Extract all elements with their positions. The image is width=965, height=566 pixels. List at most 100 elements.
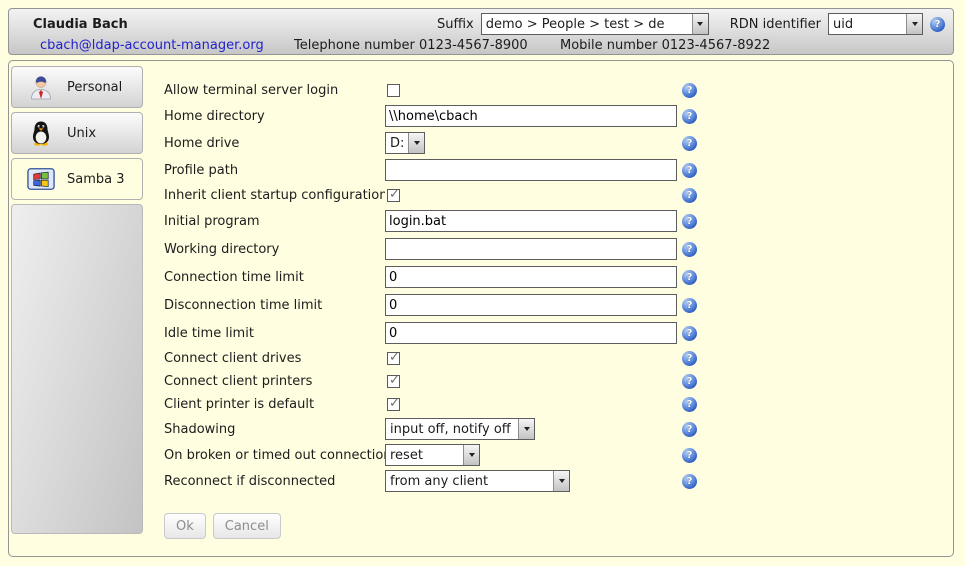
- header-row-top: Claudia Bach Suffix demo > People > test…: [9, 12, 953, 36]
- samba-settings-form: Allow terminal server login?Home directo…: [164, 79, 734, 539]
- form-row-allow-terminal-server-login: Allow terminal server login?: [164, 79, 734, 102]
- help-icon[interactable]: ?: [682, 270, 697, 285]
- form-row-working-directory: Working directory?: [164, 235, 734, 263]
- profile-path-input[interactable]: [385, 159, 677, 181]
- shadowing-select-button[interactable]: [518, 419, 534, 439]
- windows-icon: [27, 165, 55, 193]
- initial-program-label: Initial program: [164, 214, 385, 229]
- reconnect-if-disconnected-select-value: from any client: [386, 471, 553, 491]
- on-broken-or-timed-out-connection-select[interactable]: reset: [385, 444, 480, 466]
- initial-program-input[interactable]: [385, 210, 677, 232]
- connection-time-limit-control: [385, 266, 682, 288]
- cancel-button[interactable]: Cancel: [213, 513, 281, 539]
- tab-label: Personal: [67, 80, 122, 95]
- client-printer-is-default-checkbox[interactable]: [387, 398, 400, 411]
- form-row-reconnect-if-disconnected: Reconnect if disconnectedfrom any client…: [164, 468, 734, 494]
- mobile-number: Mobile number 0123-4567-8922: [560, 38, 770, 53]
- help-icon[interactable]: ?: [682, 298, 697, 313]
- rdn-select-value: uid: [829, 14, 906, 34]
- help-icon[interactable]: ?: [682, 397, 697, 412]
- form-row-connection-time-limit: Connection time limit?: [164, 263, 734, 291]
- ok-button[interactable]: Ok: [164, 513, 206, 539]
- form-row-disconnection-time-limit: Disconnection time limit?: [164, 291, 734, 319]
- idle-time-limit-control: [385, 322, 682, 344]
- form-row-idle-time-limit: Idle time limit?: [164, 319, 734, 347]
- shadowing-control: input off, notify off: [385, 418, 682, 440]
- connect-client-drives-label: Connect client drives: [164, 351, 385, 366]
- rdn-select[interactable]: uid: [828, 13, 923, 35]
- idle-time-limit-label: Idle time limit: [164, 326, 385, 341]
- form-buttons: Ok Cancel: [164, 513, 734, 539]
- help-icon[interactable]: ?: [682, 109, 697, 124]
- help-icon[interactable]: ?: [682, 136, 697, 151]
- shadowing-select-value: input off, notify off: [386, 419, 518, 439]
- help-icon[interactable]: ?: [682, 374, 697, 389]
- home-drive-control: D:: [385, 132, 682, 154]
- profile-path-control: [385, 159, 682, 181]
- on-broken-or-timed-out-connection-control: reset: [385, 444, 682, 466]
- help-icon[interactable]: ?: [682, 83, 697, 98]
- connect-client-printers-checkbox[interactable]: [387, 375, 400, 388]
- rdn-select-button[interactable]: [906, 14, 922, 34]
- help-icon[interactable]: ?: [682, 214, 697, 229]
- help-icon[interactable]: ?: [682, 474, 697, 489]
- shadowing-label: Shadowing: [164, 422, 385, 437]
- suffix-select-button[interactable]: [692, 14, 708, 34]
- inherit-client-startup-configuration-control: [385, 189, 682, 202]
- connect-client-printers-control: [385, 375, 682, 388]
- suffix-select-value: demo > People > test > de: [482, 14, 692, 34]
- suffix-select[interactable]: demo > People > test > de: [481, 13, 709, 35]
- chevron-down-icon: [469, 453, 475, 457]
- profile-path-label: Profile path: [164, 163, 385, 178]
- chevron-down-icon: [414, 141, 420, 145]
- sidebar-tab-unix[interactable]: Unix: [11, 112, 143, 154]
- reconnect-if-disconnected-control: from any client: [385, 470, 682, 492]
- form-row-client-printer-is-default: Client printer is default?: [164, 393, 734, 416]
- form-row-inherit-client-startup-configuration: Inherit client startup configuration?: [164, 184, 734, 207]
- initial-program-control: [385, 210, 682, 232]
- connect-client-drives-control: [385, 352, 682, 365]
- tab-label: Samba 3: [67, 172, 125, 187]
- form-row-connect-client-drives: Connect client drives?: [164, 347, 734, 370]
- help-icon[interactable]: ?: [682, 422, 697, 437]
- idle-time-limit-input[interactable]: [385, 322, 677, 344]
- help-icon[interactable]: ?: [682, 351, 697, 366]
- form-row-initial-program: Initial program?: [164, 207, 734, 235]
- connection-time-limit-input[interactable]: [385, 266, 677, 288]
- allow-terminal-server-login-checkbox[interactable]: [387, 84, 400, 97]
- chevron-down-icon: [912, 22, 918, 26]
- rdn-label: RDN identifier: [730, 17, 821, 32]
- home-directory-input[interactable]: [385, 105, 677, 127]
- account-content: Personal Unix Samba 3 Allow terminal ser…: [8, 60, 954, 557]
- reconnect-if-disconnected-select-button[interactable]: [553, 471, 569, 491]
- reconnect-if-disconnected-select[interactable]: from any client: [385, 470, 570, 492]
- home-drive-select-button[interactable]: [408, 133, 424, 153]
- email-link[interactable]: cbach@ldap-account-manager.org: [40, 38, 264, 53]
- help-icon[interactable]: ?: [682, 448, 697, 463]
- sidebar-tab-samba-3[interactable]: Samba 3: [11, 158, 143, 200]
- inherit-client-startup-configuration-checkbox[interactable]: [387, 189, 400, 202]
- home-drive-select[interactable]: D:: [385, 132, 425, 154]
- working-directory-input[interactable]: [385, 238, 677, 260]
- sidebar-tab-personal[interactable]: Personal: [11, 66, 143, 108]
- help-icon[interactable]: ?: [682, 188, 697, 203]
- help-icon[interactable]: ?: [682, 163, 697, 178]
- connect-client-drives-checkbox[interactable]: [387, 352, 400, 365]
- help-icon[interactable]: ?: [682, 242, 697, 257]
- suffix-label: Suffix: [437, 17, 474, 32]
- chevron-down-icon: [697, 22, 703, 26]
- connection-time-limit-label: Connection time limit: [164, 270, 385, 285]
- disconnection-time-limit-input[interactable]: [385, 294, 677, 316]
- form-row-shadowing: Shadowinginput off, notify off?: [164, 416, 734, 442]
- account-header: Claudia Bach Suffix demo > People > test…: [8, 8, 954, 55]
- shadowing-select[interactable]: input off, notify off: [385, 418, 535, 440]
- on-broken-or-timed-out-connection-select-button[interactable]: [463, 445, 479, 465]
- help-icon[interactable]: ?: [682, 326, 697, 341]
- allow-terminal-server-login-label: Allow terminal server login: [164, 83, 385, 98]
- reconnect-if-disconnected-label: Reconnect if disconnected: [164, 474, 385, 489]
- account-name: Claudia Bach: [33, 17, 128, 32]
- module-tabs-sidebar: Personal Unix Samba 3: [11, 66, 143, 534]
- form-row-profile-path: Profile path?: [164, 156, 734, 184]
- header-row-bottom: cbach@ldap-account-manager.org Telephone…: [9, 38, 953, 58]
- help-icon[interactable]: ?: [930, 17, 945, 32]
